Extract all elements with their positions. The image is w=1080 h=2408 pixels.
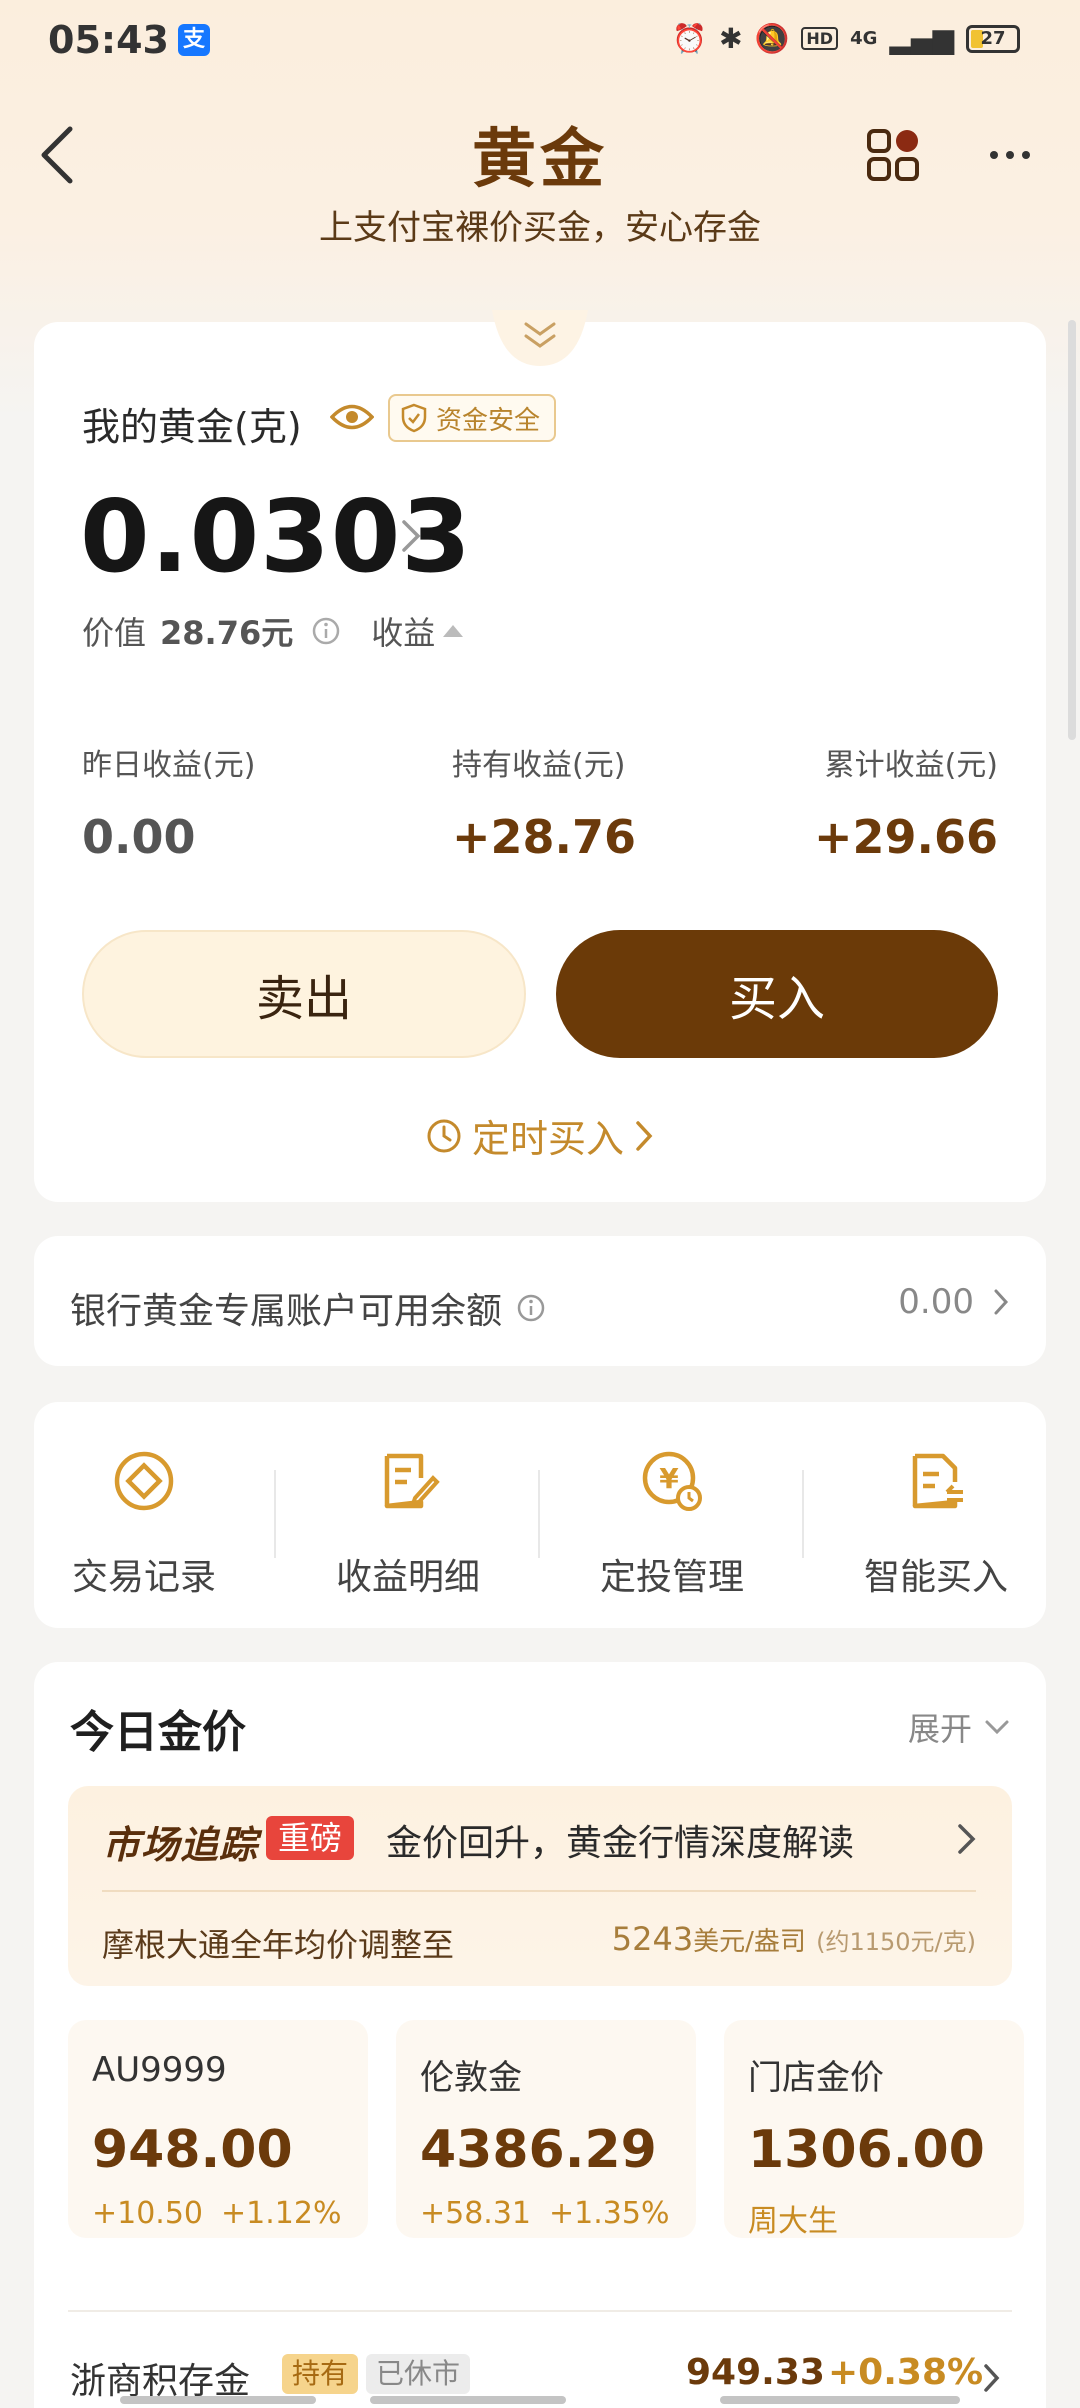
stat-value: +28.76 <box>452 810 637 864</box>
value-label: 价值 <box>82 614 147 652</box>
price-card-value: 948.00 <box>92 2120 293 2180</box>
stat-label: 昨日收益(元) <box>82 748 256 783</box>
market-closed-tag: 已休市 <box>366 2354 471 2394</box>
caret-up-icon[interactable] <box>443 625 464 637</box>
price-card-brand: 周大生 <box>748 2204 838 2239</box>
quick-action-smart-buy[interactable]: 智能买入 <box>816 1448 1056 1600</box>
divider <box>102 1890 976 1892</box>
status-time: 05:43 <box>48 18 169 62</box>
sell-button[interactable]: 卖出 <box>82 930 526 1058</box>
battery-icon: 27 <box>966 24 1020 53</box>
smart-buy-icon <box>912 1453 963 1509</box>
divider <box>802 1470 804 1558</box>
price-card-name: 门店金价 <box>748 2058 884 2098</box>
stat-cumulative: 累计收益(元) +29.66 <box>814 740 998 864</box>
signal-icon: ▂▄▆ <box>889 22 954 55</box>
apps-grid-icon[interactable] <box>866 128 920 182</box>
value-row: 价值 28.76元 收益 <box>82 608 464 654</box>
collapse-chevron-icon[interactable] <box>492 310 588 366</box>
my-gold-label: 我的黄金(克) <box>82 405 302 449</box>
chevron-right-icon[interactable] <box>956 1822 978 1856</box>
fund-safety-text: 资金安全 <box>436 405 541 436</box>
gold-price-title: 今日金价 <box>70 1707 246 1758</box>
stat-value: +29.66 <box>813 810 998 864</box>
hd-icon: HD <box>801 27 839 50</box>
quick-action-label: 收益明细 <box>335 1557 480 1598</box>
fund-safety-badge[interactable]: 资金安全 <box>388 394 557 442</box>
detail-icon <box>384 1453 440 1509</box>
scrollbar[interactable] <box>1068 320 1076 740</box>
bank-balance-label: 银行黄金专属账户可用余额 <box>70 1282 546 1334</box>
alarm-icon: ⏰ <box>672 22 708 55</box>
market-tracking-logo: 市场追踪 <box>102 1823 259 1867</box>
record-icon <box>114 1451 174 1511</box>
bluetooth-icon: ✱ <box>719 22 743 55</box>
forecast-unit: 美元/盎司 <box>693 1927 806 1957</box>
buy-button[interactable]: 买入 <box>556 930 998 1058</box>
price-card-value: 1306.00 <box>748 2120 985 2180</box>
timed-buy-link[interactable]: 定时买入 <box>0 1108 1080 1163</box>
timed-buy-text: 定时买入 <box>471 1117 624 1161</box>
stat-label: 持有收益(元) <box>452 748 626 783</box>
expand-text: 展开 <box>907 1710 972 1748</box>
price-card-london-gold[interactable]: 伦敦金 4386.29 +58.31 +1.35% <box>396 2020 696 2238</box>
bank-balance-value[interactable]: 0.00 <box>898 1282 1010 1322</box>
price-card-change: +10.50 +1.12% <box>92 2196 342 2231</box>
plan-icon: ¥ <box>642 1451 702 1511</box>
price-card-name: AU9999 <box>92 2050 227 2090</box>
quick-action-records[interactable]: 交易记录 <box>24 1448 264 1600</box>
forecast-value: 5243美元/盎司 (约1150元/克) <box>612 1920 976 1958</box>
quick-action-plan-management[interactable]: ¥ 定投管理 <box>552 1448 792 1600</box>
forecast-number: 5243 <box>611 1920 694 1958</box>
eye-icon[interactable] <box>330 400 374 434</box>
divider <box>274 1470 276 1558</box>
chevron-right-icon[interactable] <box>982 2362 1002 2394</box>
price-card-name: 伦敦金 <box>420 2058 522 2098</box>
chevron-down-icon <box>985 1720 1009 1735</box>
quick-action-label: 交易记录 <box>71 1557 216 1598</box>
forecast-approx: (约1150元/克) <box>816 1928 976 1956</box>
headline-tag: 重磅 <box>266 1816 355 1860</box>
home-indicator[interactable] <box>120 2396 960 2404</box>
divider <box>538 1470 540 1558</box>
profit-toggle[interactable]: 收益 <box>371 608 435 654</box>
price-card-change: +58.31 +1.35% <box>420 2196 670 2231</box>
chevron-right-icon[interactable] <box>398 516 424 556</box>
chevron-right-icon <box>636 1120 653 1151</box>
product-change: +0.38% <box>828 2352 984 2393</box>
market-headline[interactable]: 金价回升，黄金行情深度解读 <box>386 1814 854 1866</box>
product-price: 949.33 <box>686 2352 825 2393</box>
bank-balance-text: 银行黄金专属账户可用余额 <box>70 1291 503 1332</box>
stat-label: 累计收益(元) <box>824 748 998 783</box>
clock-icon <box>427 1119 461 1152</box>
shield-icon <box>401 403 427 433</box>
chevron-right-icon <box>994 1289 1009 1315</box>
expand-button[interactable]: 展开 <box>908 1704 1010 1750</box>
page-subtitle: 上支付宝裸价买金，安心存金 <box>319 208 761 248</box>
stat-value: 0.00 <box>82 810 196 864</box>
quick-action-profit-detail[interactable]: 收益明细 <box>288 1448 528 1600</box>
forecast-label: 摩根大通全年均价调整至 <box>102 1926 455 1964</box>
info-icon[interactable] <box>311 616 341 646</box>
info-icon[interactable] <box>516 1293 546 1323</box>
divider <box>68 2310 1012 2312</box>
quick-action-label: 定投管理 <box>599 1557 744 1598</box>
more-icon[interactable] <box>988 140 1032 170</box>
holding-tag: 持有 <box>282 2354 359 2394</box>
stat-yesterday: 昨日收益(元) 0.00 <box>82 740 255 864</box>
stat-holding: 持有收益(元) +28.76 <box>452 740 636 864</box>
status-bar: 05:43 支 ⏰ ✱ 🔕 HD 4G ▂▄▆ 27 <box>0 0 1080 80</box>
mute-icon: 🔕 <box>754 22 790 55</box>
network-icon: 4G <box>850 28 878 49</box>
bank-balance-amount: 0.00 <box>898 1282 974 1322</box>
quick-action-label: 智能买入 <box>863 1557 1008 1598</box>
value-amount: 28.76元 <box>160 614 294 652</box>
price-card-au9999[interactable]: AU9999 948.00 +10.50 +1.12% <box>68 2020 368 2238</box>
alipay-notification-icon: 支 <box>178 24 210 56</box>
price-card-store-gold[interactable]: 门店金价 1306.00 周大生 <box>724 2020 1024 2239</box>
price-card-value: 4386.29 <box>420 2120 657 2180</box>
svg-text:¥: ¥ <box>659 1462 679 1495</box>
status-icons: ⏰ ✱ 🔕 HD 4G ▂▄▆ 27 <box>672 22 1020 55</box>
